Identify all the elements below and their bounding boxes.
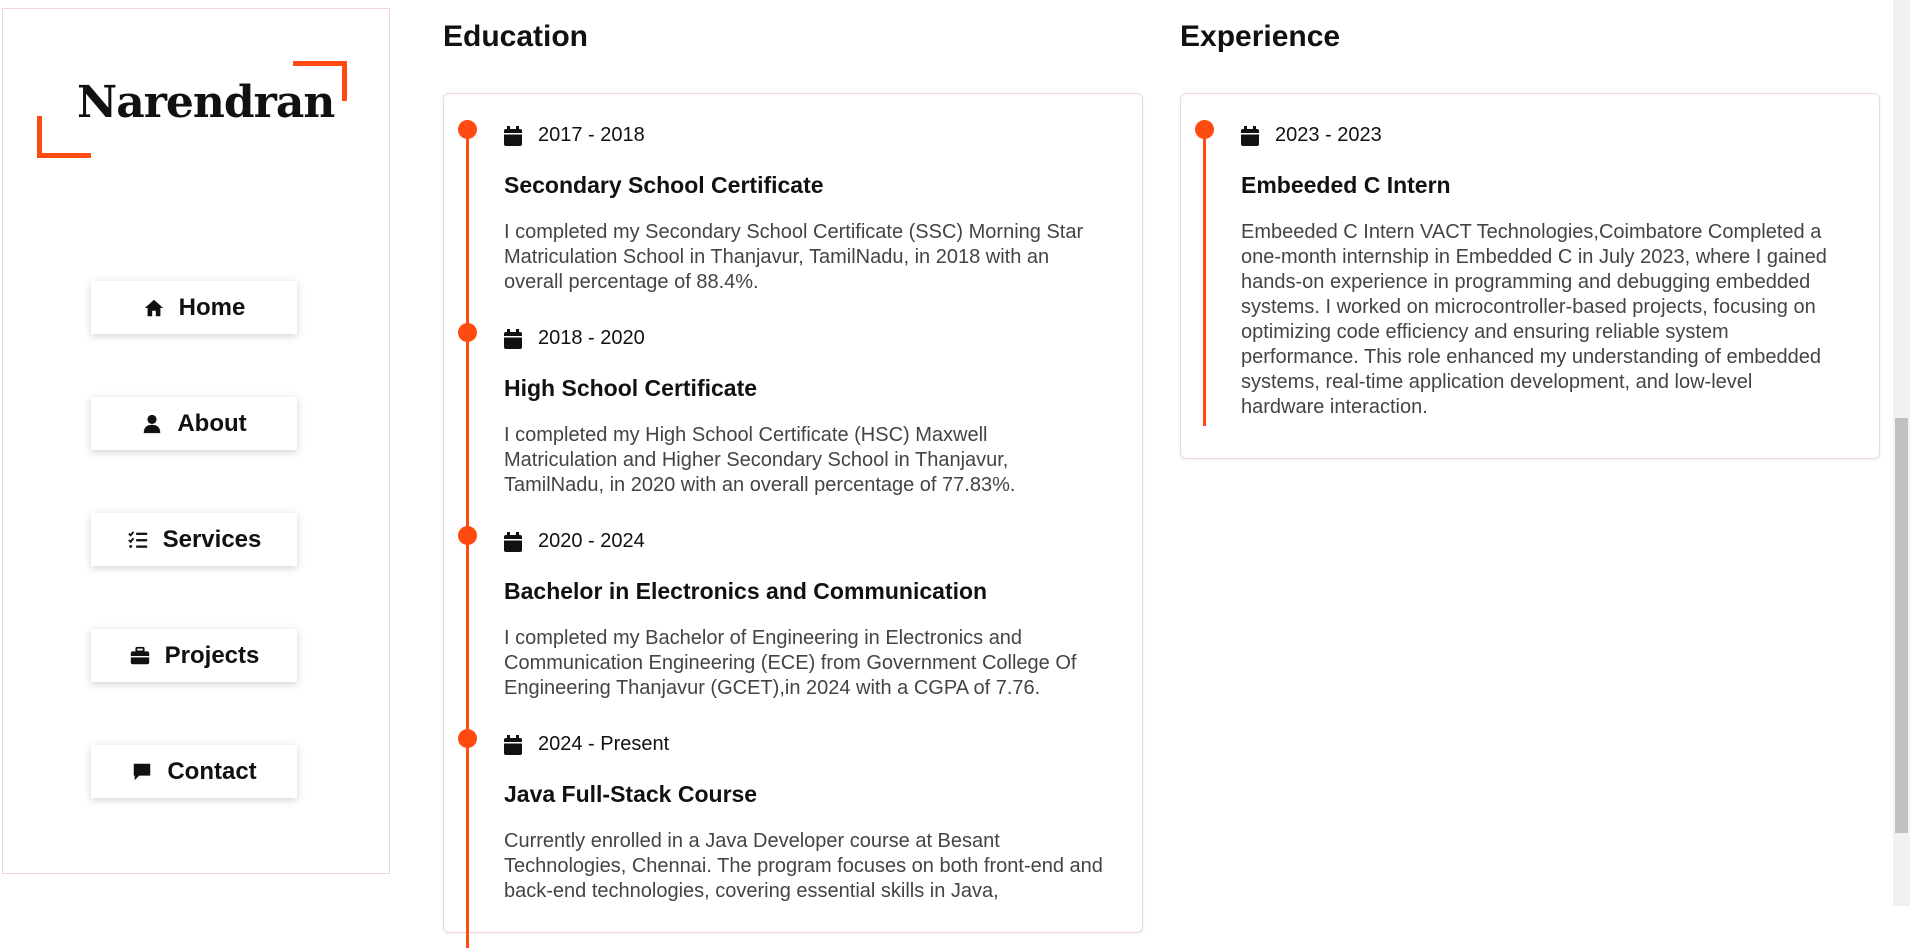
entry-date: 2020 - 2024	[504, 530, 645, 553]
nav-contact-label: Contact	[167, 757, 257, 785]
user-icon	[141, 413, 163, 435]
nav-about-label: About	[177, 409, 247, 437]
main-nav: Home About Services Projects Contact	[91, 281, 301, 861]
nav-services-label: Services	[162, 525, 262, 553]
home-icon	[143, 297, 165, 319]
entry-date: 2017 - 2018	[504, 124, 645, 147]
entry-date-text: 2020 - 2024	[538, 530, 645, 552]
page-scrollbar[interactable]	[1893, 0, 1910, 906]
entry-date: 2024 - Present	[504, 733, 669, 756]
calendar-icon	[1241, 125, 1259, 146]
scrollbar-thumb[interactable]	[1895, 418, 1908, 833]
list-check-icon	[127, 529, 149, 551]
entry-title: Embeeded C Intern	[1241, 172, 1451, 198]
nav-contact-button[interactable]: Contact	[91, 745, 297, 798]
calendar-icon	[504, 734, 522, 755]
message-icon	[131, 761, 153, 783]
entry-date-text: 2017 - 2018	[538, 124, 645, 146]
logo[interactable]: Narendran	[37, 53, 347, 163]
entry-description: Currently enrolled in a Java Developer c…	[504, 830, 1103, 902]
nav-projects-label: Projects	[164, 641, 260, 669]
entry-date-text: 2023 - 2023	[1275, 124, 1382, 146]
entry-title: Java Full-Stack Course	[504, 781, 758, 807]
nav-home-button[interactable]: Home	[91, 281, 297, 334]
entry-title: High School Certificate	[504, 375, 758, 401]
nav-home-label: Home	[178, 293, 246, 321]
timeline-dot	[458, 120, 477, 139]
entry-description: I completed my Bachelor of Engineering i…	[504, 627, 1077, 699]
entry-date-text: 2024 - Present	[538, 733, 670, 755]
entry-date-text: 2018 - 2020	[538, 327, 645, 349]
timeline-dot	[1195, 120, 1214, 139]
entry-title: Secondary School Certificate	[504, 172, 824, 198]
calendar-icon	[504, 328, 522, 349]
experience-card: 2023 - 2023 Embeeded C Intern Embeeded C…	[1180, 93, 1880, 459]
logo-name: Narendran	[77, 77, 335, 128]
nav-about-button[interactable]: About	[91, 397, 297, 450]
briefcase-icon	[129, 645, 151, 667]
timeline-dot	[458, 526, 477, 545]
entry-date: 2018 - 2020	[504, 327, 645, 350]
entry-description: I completed my Secondary School Certific…	[504, 221, 1084, 293]
experience-heading: Experience	[1180, 20, 1341, 53]
entry-title: Bachelor in Electronics and Communicatio…	[504, 578, 988, 604]
calendar-icon	[504, 125, 522, 146]
timeline-dot	[458, 323, 477, 342]
entry-date: 2023 - 2023	[1241, 124, 1382, 147]
experience-timeline-line	[1203, 128, 1206, 426]
nav-projects-button[interactable]: Projects	[91, 629, 297, 682]
education-card: 2017 - 2018 Secondary School Certificate…	[443, 93, 1143, 948]
nav-services-button[interactable]: Services	[91, 513, 297, 566]
calendar-icon	[504, 531, 522, 552]
entry-description: Embeeded C Intern VACT Technologies,Coim…	[1241, 221, 1827, 418]
sidebar: Narendran Home About Services Projects C…	[2, 8, 390, 874]
entry-description: I completed my High School Certificate (…	[504, 424, 1016, 496]
timeline-dot	[458, 729, 477, 748]
education-heading: Education	[443, 20, 589, 53]
